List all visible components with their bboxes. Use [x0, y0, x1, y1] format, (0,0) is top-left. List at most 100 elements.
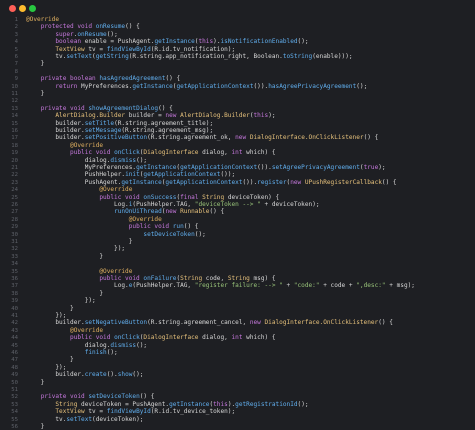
code-line[interactable]: } [26, 423, 45, 430]
code-token: getString [95, 53, 129, 60]
code-token: dismiss [110, 341, 137, 349]
code-token: private void [40, 393, 89, 401]
code-token: (R.string.app_notification_right, Boolea… [128, 53, 283, 60]
code-token: builder. [26, 319, 85, 327]
code-token: deviceToken) { [227, 193, 280, 201]
code-token: (PushHelper.TAG, [132, 282, 195, 290]
code-token: builder. [26, 134, 85, 142]
code-token: } [26, 238, 133, 245]
code-token: onClick [114, 334, 140, 342]
code-token: getInstance [136, 164, 177, 171]
code-token: boolean [55, 38, 85, 46]
code-token: DialogInterface.OnClickListener [264, 319, 379, 327]
code-token: setText [66, 415, 93, 423]
code-token: () { [209, 208, 225, 216]
code-token: runOnUiThread [114, 208, 162, 216]
code-token: Log. [26, 282, 129, 290]
code-token: dialog, [202, 149, 232, 157]
code-token: final [180, 193, 203, 201]
code-line[interactable]: tv.setText(getString(R.string.app_notifi… [26, 53, 353, 61]
code-token: return [55, 82, 82, 90]
code-token: isNotificationEnabled [220, 38, 298, 46]
code-token: getApplicationContext [176, 82, 254, 90]
code-token: } [26, 252, 104, 260]
code-token: DialogInterface [143, 149, 203, 157]
code-token: }); [26, 312, 67, 319]
code-token: () { [158, 104, 173, 112]
code-token: } [26, 289, 104, 297]
code-token: int [231, 334, 247, 342]
code-token: (R.id.tv_notification); [150, 45, 236, 53]
code-token: MyPreferences. [26, 164, 137, 171]
code-token: setText [66, 53, 93, 60]
code-area[interactable]: 1 @Override 2 protected void onResume() {3… [0, 14, 475, 430]
code-token: (); [136, 341, 148, 349]
code-line[interactable]: } [26, 90, 45, 98]
code-token: tv = [88, 408, 107, 416]
code-token: String [55, 400, 82, 408]
code-token: which) { [246, 334, 276, 342]
code-editor-window: 1 @Override 2 protected void onResume() {3… [0, 0, 475, 430]
code-token: public void [99, 193, 144, 201]
close-dot-icon[interactable] [9, 5, 16, 12]
code-token: (); [297, 400, 309, 408]
code-token: deviceToken = PushAgent. [81, 400, 170, 408]
code-token: } [26, 304, 74, 312]
code-token: onSuccess [143, 193, 177, 201]
code-token: (deviceToken); [92, 415, 144, 423]
code-token: getInstance [154, 38, 195, 46]
code-token: (PushHelper.TAG, [132, 201, 195, 208]
code-token: new [249, 319, 265, 327]
code-line[interactable]: } [26, 60, 45, 68]
code-token: setNegativeButton [84, 319, 148, 327]
code-token: DialogInterface.OnClickListener [249, 134, 364, 142]
code-token: (enable))); [312, 53, 353, 60]
code-line[interactable]: } [26, 253, 103, 261]
code-token: Log. [26, 201, 129, 208]
code-token: + msg); [389, 282, 415, 290]
code-token: TextView [55, 408, 89, 416]
code-token: dialog. [26, 341, 111, 349]
code-token: private void [40, 104, 89, 112]
code-line[interactable]: } [26, 379, 45, 387]
code-token: (); [106, 349, 118, 356]
code-token: ); [268, 112, 276, 120]
code-token: run [172, 223, 184, 231]
code-token: ); [378, 164, 386, 171]
code-token: hasAgreedAgreement [99, 75, 166, 83]
maximize-dot-icon[interactable] [29, 5, 36, 12]
code-token: ()); [220, 171, 236, 179]
code-token: () { [381, 178, 397, 186]
code-token: register [257, 178, 287, 186]
code-token: onFailure [143, 275, 177, 282]
code-token: () { [165, 75, 181, 83]
code-token: ). [213, 38, 221, 46]
code-token: setDeviceToken [88, 393, 140, 401]
minimize-dot-icon[interactable] [19, 5, 26, 12]
code-token: "register failure: --> " [194, 282, 287, 290]
code-token: String [180, 275, 206, 282]
code-token: (R.string.agreement_cancel, [147, 319, 250, 327]
code-token: show [117, 371, 133, 379]
code-token: getInstance [121, 178, 162, 186]
code-token: setTitle [84, 119, 115, 127]
code-token: which) { [246, 149, 276, 157]
code-token: ()). [253, 82, 269, 90]
code-token: super [55, 30, 74, 38]
code-line[interactable]: return MyPreferences.getInstance(getAppl… [26, 83, 367, 91]
code-token: () { [378, 319, 393, 327]
code-token: tv = [88, 45, 107, 53]
code-token: new [165, 208, 181, 216]
